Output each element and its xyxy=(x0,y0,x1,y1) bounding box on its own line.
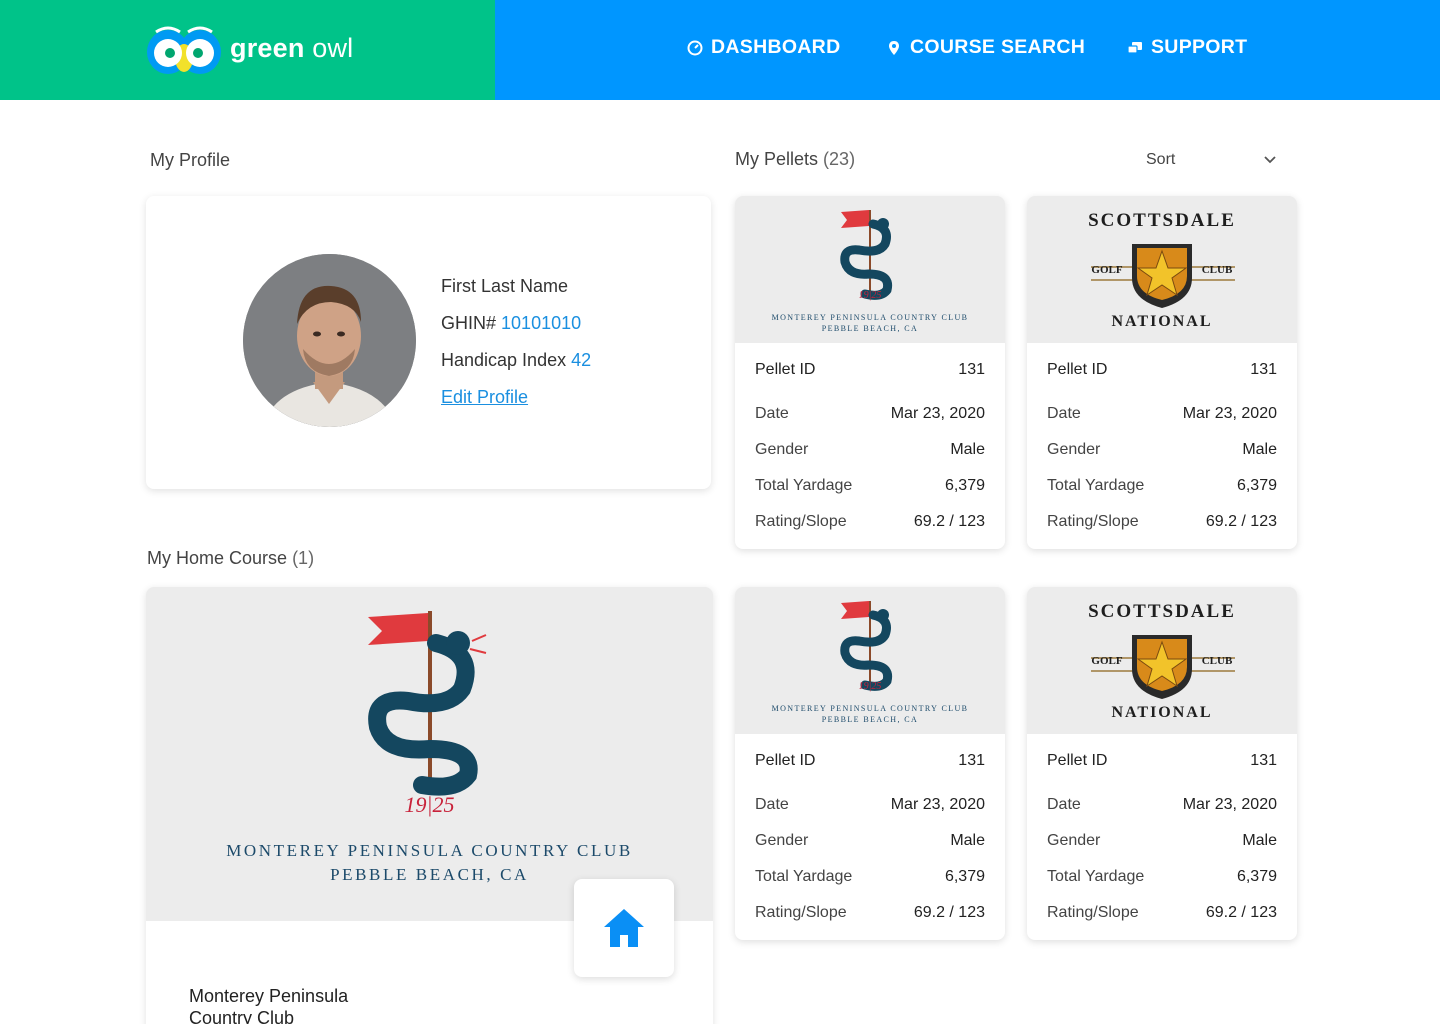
avatar[interactable] xyxy=(243,254,416,427)
pellet-rating-row: Rating/Slope 69.2 / 123 xyxy=(1047,513,1277,530)
pellet-club-bottom: NATIONAL xyxy=(1111,704,1213,721)
pellet-date-row: Date Mar 23, 2020 xyxy=(755,405,985,422)
home-course-logo: 19|25 MONTEREY PENINSULA COUNTRY CLUB PE… xyxy=(146,587,713,921)
pellet-card[interactable]: SCOTTSDALE GOLF CLUB NATIONAL Pellet ID 1… xyxy=(1027,196,1297,549)
pellet-id-row: Pellet ID 131 xyxy=(1047,752,1277,769)
pellet-date-row: Date Mar 23, 2020 xyxy=(1047,405,1277,422)
pellet-rating-row: Rating/Slope 69.2 / 123 xyxy=(755,904,985,921)
pellet-id-row: Pellet ID 131 xyxy=(755,361,985,378)
pellet-club-top: SCOTTSDALE xyxy=(1088,210,1236,231)
pellet-gender-row: Gender Male xyxy=(1047,832,1277,849)
pellet-club-line1: MONTEREY PENINSULA COUNTRY CLUB xyxy=(771,704,969,713)
home-course-button[interactable] xyxy=(574,879,674,977)
pellet-gender-row: Gender Male xyxy=(755,441,985,458)
pellet-rating-row: Rating/Slope 69.2 / 123 xyxy=(755,513,985,530)
profile-section-title: My Profile xyxy=(150,150,231,170)
chat-icon xyxy=(1127,41,1142,54)
pellet-rating-row: Rating/Slope 69.2 / 123 xyxy=(1047,904,1277,921)
nav-course-search-label: COURSE SEARCH xyxy=(910,36,1086,58)
pellet-card[interactable]: SCOTTSDALE GOLF CLUB NATIONAL Pellet ID 1… xyxy=(1027,587,1297,940)
handicap-row: Handicap Index 42 xyxy=(441,350,592,370)
location-pin-icon xyxy=(889,40,899,55)
pellet-yardage-row: Total Yardage 6,379 xyxy=(1047,477,1277,494)
gauge-icon xyxy=(687,40,703,55)
nav-support-label: SUPPORT xyxy=(1151,36,1248,58)
sort-label: Sort xyxy=(1146,151,1176,168)
home-course-name: Monterey Peninsula Country Club xyxy=(189,986,349,1024)
profile-info: First Last Name GHIN# 10101010 Handicap … xyxy=(441,276,591,424)
avatar-photo-icon xyxy=(243,254,416,427)
pellet-id-row: Pellet ID 131 xyxy=(755,752,985,769)
nav-course-search[interactable]: COURSE SEARCH xyxy=(886,36,1085,59)
nav-dashboard[interactable]: DASHBOARD xyxy=(687,36,840,59)
pellet-card[interactable]: 19|25 MONTEREY PENINSULA COUNTRY CLUB PE… xyxy=(735,587,1005,940)
pellet-course-logo: 19|25 MONTEREY PENINSULA COUNTRY CLUB PE… xyxy=(735,196,1005,343)
pellet-course-logo: SCOTTSDALE GOLF CLUB NATIONAL xyxy=(1027,196,1297,343)
pellet-card[interactable]: 19|25 MONTEREY PENINSULA COUNTRY CLUB PE… xyxy=(735,196,1005,549)
sort-dropdown[interactable]: Sort xyxy=(1126,140,1296,180)
pellet-club-bottom: NATIONAL xyxy=(1111,313,1213,330)
pellet-date-row: Date Mar 23, 2020 xyxy=(1047,796,1277,813)
home-course-card[interactable]: 19|25 MONTEREY PENINSULA COUNTRY CLUB PE… xyxy=(146,587,713,1024)
pellet-yardage-row: Total Yardage 6,379 xyxy=(755,477,985,494)
ghin-row: GHIN# 10101010 xyxy=(441,313,582,333)
pellet-course-logo: 19|25 MONTEREY PENINSULA COUNTRY CLUB PE… xyxy=(735,587,1005,734)
ghin-value: 10101010 xyxy=(501,313,582,333)
pellet-yardage-row: Total Yardage 6,379 xyxy=(755,868,985,885)
profile-name: First Last Name xyxy=(441,276,569,296)
pellet-course-logo: SCOTTSDALE GOLF CLUB NATIONAL xyxy=(1027,587,1297,734)
app-header: green owl DASHBOARD COURSE SEARCH SUPPOR… xyxy=(0,0,1440,100)
nav-support[interactable]: SUPPORT xyxy=(1127,36,1247,59)
brand-wordmark: green owl xyxy=(230,33,354,63)
pellet-club-line1: MONTEREY PENINSULA COUNTRY CLUB xyxy=(771,313,969,322)
pellet-yardage-row: Total Yardage 6,379 xyxy=(1047,868,1277,885)
pellet-date-row: Date Mar 23, 2020 xyxy=(755,796,985,813)
brand-area: green owl xyxy=(0,0,495,100)
handicap-value: 42 xyxy=(571,350,592,370)
pellet-club-line2: PEBBLE BEACH, CA xyxy=(821,715,919,724)
pellet-gender-row: Gender Male xyxy=(755,832,985,849)
pellet-id-row: Pellet ID 131 xyxy=(1047,361,1277,378)
home-icon xyxy=(604,909,644,947)
nav-dashboard-label: DASHBOARD xyxy=(711,36,841,58)
edit-profile-link[interactable]: Edit Profile xyxy=(441,387,528,407)
top-nav: DASHBOARD COURSE SEARCH SUPPORT xyxy=(495,0,1440,100)
pellet-club-top: SCOTTSDALE xyxy=(1088,601,1236,622)
pellet-club-right: CLUB xyxy=(1201,655,1233,667)
pellet-club-line2: PEBBLE BEACH, CA xyxy=(821,324,919,333)
home-course-section-title: My Home Course (1) xyxy=(147,548,315,568)
owl-logo-icon[interactable] xyxy=(146,22,222,78)
profile-card: First Last Name GHIN# 10101010 Handicap … xyxy=(146,196,711,489)
pellet-gender-row: Gender Male xyxy=(1047,441,1277,458)
home-club-line1: MONTEREY PENINSULA COUNTRY CLUB xyxy=(226,841,633,860)
pellets-section-title: My Pellets (23) xyxy=(735,149,856,169)
pellet-club-right: CLUB xyxy=(1201,264,1233,276)
chevron-down-icon xyxy=(1264,156,1276,164)
